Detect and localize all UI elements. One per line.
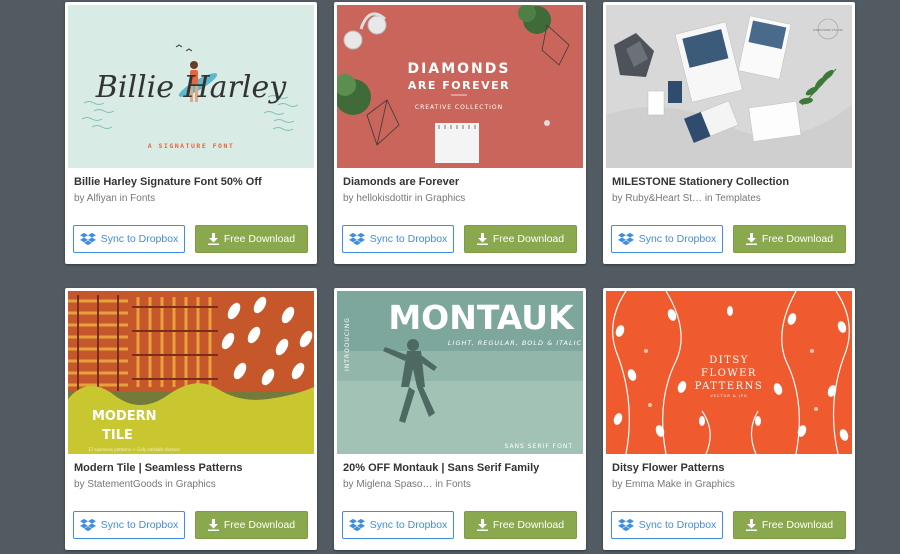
author-link[interactable]: hellokisdottir bbox=[356, 193, 412, 204]
billie-harley-preview: Billie Harley A SIGNATURE FONT bbox=[68, 5, 314, 168]
category-link[interactable]: Graphics bbox=[425, 193, 465, 204]
product-meta: by Miglena Spaso… in Fonts bbox=[343, 479, 471, 490]
product-meta: by Emma Make in Graphics bbox=[612, 479, 735, 490]
thumbnail-title: MONTAUK bbox=[388, 298, 575, 337]
thumbnail-title: DITSY bbox=[709, 355, 749, 366]
download-arrow-icon bbox=[207, 519, 219, 531]
product-thumbnail[interactable]: MONTAUK LIGHT, REGULAR, BOLD & ITALIC SA… bbox=[337, 291, 583, 454]
product-thumbnail[interactable]: Billie Harley A SIGNATURE FONT bbox=[68, 5, 314, 168]
product-title[interactable]: 20% OFF Montauk | Sans Serif Family bbox=[343, 462, 577, 474]
thumbnail-script-title: Billie Harley bbox=[95, 70, 287, 105]
modern-tile-preview: MODERN TILE 17 seamless patterns + Fully… bbox=[68, 291, 314, 454]
montauk-preview: MONTAUK LIGHT, REGULAR, BOLD & ITALIC SA… bbox=[337, 291, 583, 454]
dropbox-icon bbox=[79, 518, 96, 532]
product-meta: by StatementGoods in Graphics bbox=[74, 479, 216, 490]
free-download-button[interactable]: Free Download bbox=[195, 225, 308, 253]
download-arrow-icon bbox=[476, 233, 488, 245]
category-link[interactable]: Fonts bbox=[446, 479, 471, 490]
product-meta: by Alfiyan in Fonts bbox=[74, 193, 156, 204]
dropbox-icon bbox=[617, 232, 634, 246]
product-card[interactable]: MILESTONE STUDIO MILESTONE Stationery Co… bbox=[603, 2, 855, 264]
product-thumbnail[interactable]: MILESTONE STUDIO bbox=[606, 5, 852, 168]
product-card[interactable]: Billie Harley A SIGNATURE FONT Billie Ha… bbox=[65, 2, 317, 264]
category-link[interactable]: Fonts bbox=[130, 193, 155, 204]
thumbnail-subtitle: LIGHT, REGULAR, BOLD & ITALIC bbox=[448, 339, 582, 347]
milestone-preview: MILESTONE STUDIO bbox=[606, 5, 852, 168]
category-link[interactable]: Graphics bbox=[695, 479, 735, 490]
product-title[interactable]: Modern Tile | Seamless Patterns bbox=[74, 462, 308, 474]
sync-to-dropbox-button[interactable]: Sync to Dropbox bbox=[342, 511, 454, 539]
product-meta: by Ruby&Heart St… in Templates bbox=[612, 193, 761, 204]
free-download-button[interactable]: Free Download bbox=[464, 511, 577, 539]
diamonds-preview: DIAMONDS ARE FOREVER CREATIVE COLLECTION bbox=[337, 5, 583, 168]
download-arrow-icon bbox=[476, 519, 488, 531]
thumbnail-subtitle: FLOWER bbox=[701, 368, 757, 379]
product-card[interactable]: MONTAUK LIGHT, REGULAR, BOLD & ITALIC SA… bbox=[334, 288, 586, 550]
sync-to-dropbox-button[interactable]: Sync to Dropbox bbox=[611, 225, 723, 253]
thumbnail-caption: 17 seamless patterns + Fully editable Ve… bbox=[88, 447, 180, 452]
product-title[interactable]: Diamonds are Forever bbox=[343, 176, 577, 188]
download-arrow-icon bbox=[745, 519, 757, 531]
sync-to-dropbox-button[interactable]: Sync to Dropbox bbox=[73, 225, 185, 253]
thumbnail-subtitle: ARE FOREVER bbox=[408, 79, 510, 92]
product-thumbnail[interactable]: DITSY FLOWER PATTERNS VECTOR & JPG bbox=[606, 291, 852, 454]
product-thumbnail[interactable]: DIAMONDS ARE FOREVER CREATIVE COLLECTION bbox=[337, 5, 583, 168]
free-download-button[interactable]: Free Download bbox=[195, 511, 308, 539]
thumbnail-subtitle: A SIGNATURE FONT bbox=[148, 142, 235, 150]
thumbnail-caption: CREATIVE COLLECTION bbox=[415, 104, 503, 111]
download-arrow-icon bbox=[745, 233, 757, 245]
author-link[interactable]: Emma Make bbox=[625, 479, 681, 490]
sync-to-dropbox-button[interactable]: Sync to Dropbox bbox=[342, 225, 454, 253]
product-title[interactable]: Ditsy Flower Patterns bbox=[612, 462, 846, 474]
product-card[interactable]: DITSY FLOWER PATTERNS VECTOR & JPG Ditsy… bbox=[603, 288, 855, 550]
product-thumbnail[interactable]: MODERN TILE 17 seamless patterns + Fully… bbox=[68, 291, 314, 454]
product-title[interactable]: MILESTONE Stationery Collection bbox=[612, 176, 846, 188]
product-title[interactable]: Billie Harley Signature Font 50% Off bbox=[74, 176, 308, 188]
author-link[interactable]: StatementGoods bbox=[87, 479, 162, 490]
thumbnail-title: MODERN bbox=[92, 409, 157, 424]
author-link[interactable]: Alfiyan bbox=[87, 193, 117, 204]
free-download-button[interactable]: Free Download bbox=[733, 511, 846, 539]
sync-to-dropbox-button[interactable]: Sync to Dropbox bbox=[611, 511, 723, 539]
author-link[interactable]: Miglena Spaso… bbox=[356, 479, 432, 490]
category-link[interactable]: Templates bbox=[715, 193, 761, 204]
free-download-button[interactable]: Free Download bbox=[733, 225, 846, 253]
author-link[interactable]: Ruby&Heart St… bbox=[625, 193, 702, 204]
sync-to-dropbox-button[interactable]: Sync to Dropbox bbox=[73, 511, 185, 539]
thumbnail-vertical-label: INTRODUCING bbox=[344, 317, 351, 371]
dropbox-icon bbox=[348, 518, 365, 532]
thumbnail-caption: SANS SERIF FONT bbox=[505, 443, 573, 450]
ditsy-flower-preview: DITSY FLOWER PATTERNS VECTOR & JPG bbox=[606, 291, 852, 454]
dropbox-icon bbox=[617, 518, 634, 532]
thumbnail-title: DIAMONDS bbox=[408, 61, 511, 77]
category-link[interactable]: Graphics bbox=[176, 479, 216, 490]
dropbox-icon bbox=[348, 232, 365, 246]
thumbnail-subtitle: TILE bbox=[102, 428, 133, 443]
thumbnail-caption: VECTOR & JPG bbox=[710, 394, 747, 398]
thumbnail-logo-text: MILESTONE STUDIO bbox=[813, 28, 843, 32]
free-download-button[interactable]: Free Download bbox=[464, 225, 577, 253]
thumbnail-subtitle-2: PATTERNS bbox=[695, 381, 763, 392]
download-arrow-icon bbox=[207, 233, 219, 245]
product-card[interactable]: MODERN TILE 17 seamless patterns + Fully… bbox=[65, 288, 317, 550]
product-meta: by hellokisdottir in Graphics bbox=[343, 193, 466, 204]
dropbox-icon bbox=[79, 232, 96, 246]
product-card[interactable]: DIAMONDS ARE FOREVER CREATIVE COLLECTION… bbox=[334, 2, 586, 264]
